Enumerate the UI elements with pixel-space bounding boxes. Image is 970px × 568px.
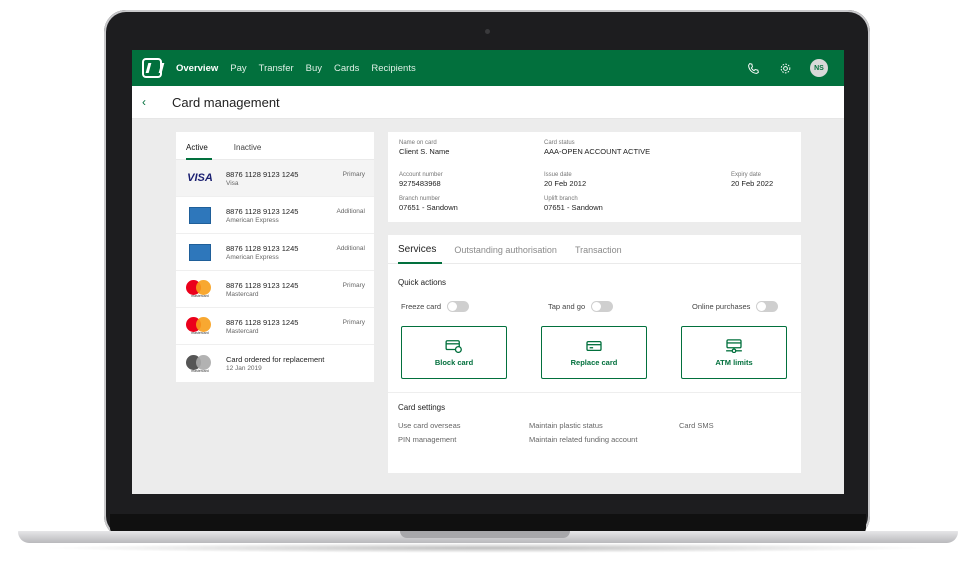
amex-logo-icon: [186, 206, 214, 224]
card-type: 12 Jan 2019: [226, 365, 262, 372]
tap-and-go-row: Tap and go: [548, 301, 614, 312]
setting-use-card-overseas[interactable]: Use card overseas: [398, 421, 461, 430]
page-header: ‹ Card management: [132, 86, 844, 119]
services-panel: Services Outstanding authorisation Trans…: [388, 235, 801, 473]
tab-active[interactable]: Active: [186, 143, 212, 160]
account-number: Account number 9275483968: [399, 172, 443, 188]
webcam: [485, 29, 490, 34]
laptop-notch: [400, 531, 570, 538]
card-number: 8876 1128 9123 1245: [226, 243, 299, 253]
online-purchases-row: Online purchases: [692, 301, 779, 312]
expiry-date: Expiry date 20 Feb 2022: [731, 172, 774, 188]
back-chevron-icon[interactable]: ‹: [142, 95, 146, 109]
block-card-button[interactable]: Block card: [401, 326, 507, 379]
name-on-card: Name on card Client S. Name: [399, 140, 450, 156]
freeze-card-toggle[interactable]: [447, 301, 470, 312]
card-settings-title: Card settings: [398, 403, 446, 412]
amex-logo-icon: [186, 243, 214, 261]
atm-limits-icon: [726, 338, 742, 353]
freeze-card-row: Freeze card: [401, 301, 470, 312]
mastercard-grey-logo-icon: mastercard: [186, 354, 214, 373]
tap-and-go-toggle[interactable]: [591, 301, 614, 312]
card-info-panel: Name on card Client S. Name Card status …: [388, 132, 801, 222]
setting-maintain-plastic-status[interactable]: Maintain plastic status: [529, 421, 603, 430]
online-purchases-toggle[interactable]: [756, 301, 779, 312]
block-card-icon: [445, 339, 462, 353]
issue-date: Issue date 20 Feb 2012: [544, 172, 587, 188]
laptop-frame: Overview Pay Transfer Buy Cards Recipien…: [0, 0, 970, 568]
user-avatar[interactable]: NS: [810, 59, 828, 77]
section-divider: [388, 392, 801, 393]
tab-services[interactable]: Services: [398, 244, 443, 264]
setting-card-sms[interactable]: Card SMS: [679, 421, 714, 430]
cards-tabs: Active Inactive: [176, 132, 374, 160]
card-item[interactable]: 8876 1128 9123 1245 American Express Add…: [176, 234, 374, 271]
card-tag: Additional: [336, 245, 365, 252]
card-type: Mastercard: [226, 290, 259, 298]
card-item[interactable]: 8876 1128 9123 1245 American Express Add…: [176, 197, 374, 234]
nav-item-transfer[interactable]: Transfer: [259, 63, 294, 74]
visa-logo-icon: VISA: [187, 172, 213, 184]
phone-icon[interactable]: [746, 61, 760, 75]
services-tabs: Services Outstanding authorisation Trans…: [388, 235, 801, 264]
card-type: Visa: [226, 179, 239, 187]
card-tag: Primary: [342, 319, 365, 326]
card-type: American Express: [226, 253, 279, 261]
tab-transaction[interactable]: Transaction: [575, 245, 622, 263]
page-title: Card management: [172, 94, 280, 110]
card-item[interactable]: mastercard 8876 1128 9123 1245 Mastercar…: [176, 308, 374, 345]
card-status: Card status AAA-OPEN ACCOUNT ACTIVE: [544, 140, 651, 156]
setting-maintain-related-funding-account[interactable]: Maintain related funding account: [529, 435, 637, 444]
card-item[interactable]: VISA 8876 1128 9123 1245 Visa Primary: [176, 160, 374, 197]
card-number: 8876 1128 9123 1245: [226, 317, 299, 327]
replace-card-icon: [586, 340, 602, 351]
nav-item-recipients[interactable]: Recipients: [371, 63, 415, 74]
laptop-shadow: [40, 543, 936, 553]
atm-limits-button[interactable]: ATM limits: [681, 326, 787, 379]
card-item[interactable]: mastercard Card ordered for replacement …: [176, 345, 374, 382]
card-number: Card ordered for replacement: [226, 355, 325, 364]
nav-item-buy[interactable]: Buy: [306, 63, 322, 74]
card-item[interactable]: mastercard 8876 1128 9123 1245 Mastercar…: [176, 271, 374, 308]
mastercard-logo-icon: mastercard: [186, 280, 214, 298]
nav-actions: NS: [746, 59, 828, 77]
card-type: Mastercard: [226, 327, 259, 335]
card-number: 8876 1128 9123 1245: [226, 169, 299, 179]
nav-item-cards[interactable]: Cards: [334, 63, 359, 74]
card-number: 8876 1128 9123 1245: [226, 280, 299, 290]
nav-item-pay[interactable]: Pay: [230, 63, 246, 74]
bank-logo-icon[interactable]: [142, 58, 162, 78]
tab-outstanding-authorisation[interactable]: Outstanding authorisation: [454, 245, 557, 263]
branch-number: Branch number 07651 - Sandown: [399, 196, 458, 212]
card-type: American Express: [226, 216, 279, 224]
quick-actions-title: Quick actions: [398, 278, 447, 287]
card-number: 8876 1128 9123 1245: [226, 206, 299, 216]
setting-pin-management[interactable]: PIN management: [398, 435, 456, 444]
card-tag: Primary: [342, 282, 365, 289]
tab-inactive[interactable]: Inactive: [234, 143, 262, 159]
mastercard-logo-icon: mastercard: [186, 317, 214, 335]
app-screen: Overview Pay Transfer Buy Cards Recipien…: [132, 50, 844, 494]
top-nav: Overview Pay Transfer Buy Cards Recipien…: [132, 50, 844, 86]
card-tag: Additional: [336, 208, 365, 215]
replace-card-button[interactable]: Replace card: [541, 326, 647, 379]
cards-panel: Active Inactive VISA 8876 1128 9123 1245…: [176, 132, 374, 382]
card-tag: Primary: [342, 171, 365, 178]
uplift-branch: Uplift branch 07651 - Sandown: [544, 196, 603, 212]
nav-item-overview[interactable]: Overview: [176, 63, 218, 74]
gear-icon[interactable]: [778, 61, 792, 75]
